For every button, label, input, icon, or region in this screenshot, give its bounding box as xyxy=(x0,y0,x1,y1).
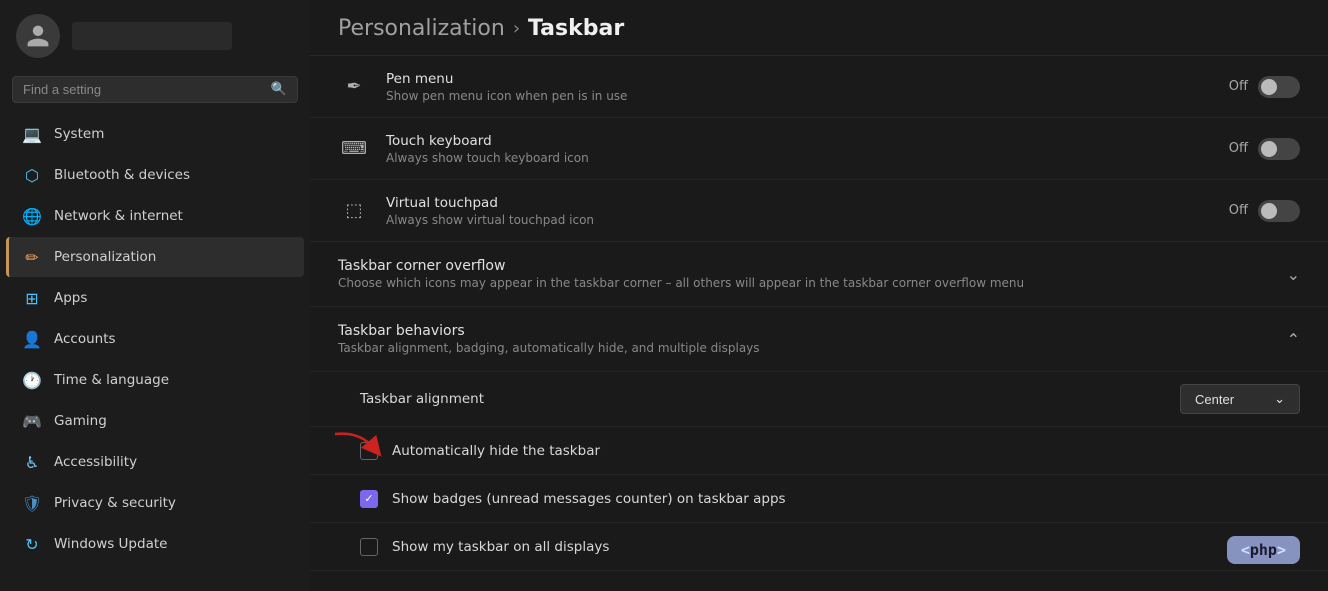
sidebar-item-system[interactable]: 💻 System xyxy=(6,114,304,154)
sidebar-item-label: Network & internet xyxy=(54,208,183,224)
php-badge: <php> xyxy=(1227,536,1300,564)
sidebar-item-label: Apps xyxy=(54,290,87,306)
alignment-label: Taskbar alignment xyxy=(360,391,1164,407)
sidebar-item-network[interactable]: 🌐 Network & internet xyxy=(6,196,304,236)
show-badges-checkbox[interactable] xyxy=(360,490,378,508)
sidebar-item-accounts[interactable]: 👤 Accounts xyxy=(6,319,304,359)
sidebar-item-personalization[interactable]: ✏ Personalization xyxy=(6,237,304,277)
virtual-touchpad-toggle[interactable] xyxy=(1258,200,1300,222)
apps-icon: ⊞ xyxy=(22,288,42,308)
touch-keyboard-icon: ⌨ xyxy=(338,133,370,165)
pen-menu-row: ✒ Pen menu Show pen menu icon when pen i… xyxy=(310,56,1328,118)
behaviors-title: Taskbar behaviors xyxy=(338,323,1287,339)
alignment-value: Center xyxy=(1195,392,1234,407)
touch-keyboard-subtitle: Always show touch keyboard icon xyxy=(386,151,1213,165)
breadcrumb-current: Taskbar xyxy=(528,16,624,41)
sidebar-item-label: Bluetooth & devices xyxy=(54,167,190,183)
show-badges-label: Show badges (unread messages counter) on… xyxy=(392,491,786,507)
sidebar-item-apps[interactable]: ⊞ Apps xyxy=(6,278,304,318)
show-badges-row: Show badges (unread messages counter) on… xyxy=(310,475,1328,523)
gaming-icon: 🎮 xyxy=(22,411,42,431)
auto-hide-checkbox[interactable] xyxy=(360,442,378,460)
sidebar-item-label: Time & language xyxy=(54,372,169,388)
main-content: Personalization › Taskbar ✒ Pen menu Sho… xyxy=(310,0,1328,591)
sidebar-item-label: Gaming xyxy=(54,413,107,429)
sidebar-item-label: Accounts xyxy=(54,331,116,347)
virtual-touchpad-subtitle: Always show virtual touchpad icon xyxy=(386,213,1213,227)
show-all-displays-label: Show my taskbar on all displays xyxy=(392,539,609,555)
pen-menu-subtitle: Show pen menu icon when pen is in use xyxy=(386,89,1213,103)
auto-hide-label: Automatically hide the taskbar xyxy=(392,443,600,459)
touch-keyboard-control-label: Off xyxy=(1229,141,1248,156)
breadcrumb: Personalization › Taskbar xyxy=(310,0,1328,56)
auto-hide-row: Automatically hide the taskbar xyxy=(310,427,1328,475)
pen-menu-title: Pen menu xyxy=(386,71,1213,87)
sidebar-item-label: Privacy & security xyxy=(54,495,176,511)
corner-overflow-subtitle: Choose which icons may appear in the tas… xyxy=(338,276,1287,290)
system-icon: 💻 xyxy=(22,124,42,144)
time-icon: 🕐 xyxy=(22,370,42,390)
user-icon xyxy=(25,23,51,49)
privacy-icon: 🛡 xyxy=(22,493,42,513)
pen-menu-toggle[interactable] xyxy=(1258,76,1300,98)
toggle-knob xyxy=(1261,203,1277,219)
sidebar-item-time[interactable]: 🕐 Time & language xyxy=(6,360,304,400)
corner-overflow-chevron: ⌄ xyxy=(1287,265,1300,284)
touch-keyboard-toggle[interactable] xyxy=(1258,138,1300,160)
alignment-dropdown-chevron: ⌄ xyxy=(1274,391,1285,407)
corner-overflow-title: Taskbar corner overflow xyxy=(338,258,1287,274)
network-icon: 🌐 xyxy=(22,206,42,226)
toggle-knob xyxy=(1261,141,1277,157)
bluetooth-icon: ⬡ xyxy=(22,165,42,185)
user-name-redacted xyxy=(72,22,232,50)
corner-overflow-section[interactable]: Taskbar corner overflow Choose which ico… xyxy=(310,242,1328,307)
touch-keyboard-title: Touch keyboard xyxy=(386,133,1213,149)
sidebar-item-bluetooth[interactable]: ⬡ Bluetooth & devices xyxy=(6,155,304,195)
sidebar-item-label: Accessibility xyxy=(54,454,137,470)
sidebar-item-label: Windows Update xyxy=(54,536,167,552)
alignment-row: Taskbar alignment Center ⌄ xyxy=(310,372,1328,427)
show-all-displays-row: Show my taskbar on all displays <php> xyxy=(310,523,1328,571)
alignment-dropdown[interactable]: Center ⌄ xyxy=(1180,384,1300,414)
sidebar-item-accessibility[interactable]: ♿ Accessibility xyxy=(6,442,304,482)
show-all-displays-checkbox[interactable] xyxy=(360,538,378,556)
sidebar-item-label: Personalization xyxy=(54,249,156,265)
touch-keyboard-row: ⌨ Touch keyboard Always show touch keybo… xyxy=(310,118,1328,180)
virtual-touchpad-title: Virtual touchpad xyxy=(386,195,1213,211)
nav-list: 💻 System ⬡ Bluetooth & devices 🌐 Network… xyxy=(0,111,310,591)
sidebar-item-update[interactable]: ↻ Windows Update xyxy=(6,524,304,564)
php-badge-text: <php> xyxy=(1241,541,1286,559)
behaviors-chevron: ⌃ xyxy=(1287,330,1300,349)
behaviors-subtitle: Taskbar alignment, badging, automaticall… xyxy=(338,341,1287,355)
search-input[interactable] xyxy=(23,82,263,97)
virtual-touchpad-row: ⬚ Virtual touchpad Always show virtual t… xyxy=(310,180,1328,242)
search-icon: 🔍 xyxy=(271,82,287,97)
breadcrumb-parent: Personalization xyxy=(338,16,505,41)
pen-menu-control-label: Off xyxy=(1229,79,1248,94)
sidebar-item-gaming[interactable]: 🎮 Gaming xyxy=(6,401,304,441)
sidebar-item-label: System xyxy=(54,126,104,142)
content-area: ✒ Pen menu Show pen menu icon when pen i… xyxy=(310,56,1328,591)
behaviors-section[interactable]: Taskbar behaviors Taskbar alignment, bad… xyxy=(310,307,1328,372)
virtual-touchpad-icon: ⬚ xyxy=(338,195,370,227)
pen-menu-icon: ✒ xyxy=(338,71,370,103)
virtual-touchpad-control-label: Off xyxy=(1229,203,1248,218)
breadcrumb-separator: › xyxy=(513,18,520,39)
avatar[interactable] xyxy=(16,14,60,58)
sidebar-item-privacy[interactable]: 🛡 Privacy & security xyxy=(6,483,304,523)
search-bar[interactable]: 🔍 xyxy=(12,76,298,103)
accessibility-icon: ♿ xyxy=(22,452,42,472)
accounts-icon: 👤 xyxy=(22,329,42,349)
update-icon: ↻ xyxy=(22,534,42,554)
sidebar: 🔍 💻 System ⬡ Bluetooth & devices 🌐 Netwo… xyxy=(0,0,310,591)
sidebar-header xyxy=(0,0,310,72)
toggle-knob xyxy=(1261,79,1277,95)
personalization-icon: ✏ xyxy=(22,247,42,267)
